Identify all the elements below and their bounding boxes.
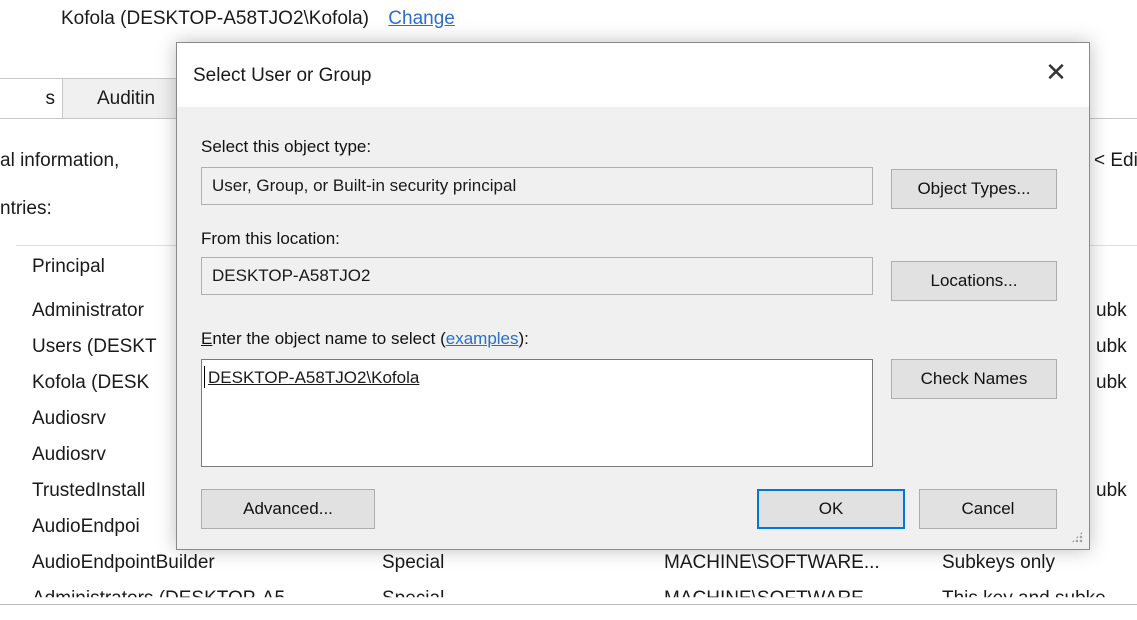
- cell-principal: Administrators (DESKTOP-A5...: [32, 588, 301, 609]
- header-principal[interactable]: Principal: [32, 250, 105, 284]
- cell-applies: This key and subke: [942, 588, 1106, 609]
- location-field: DESKTOP-A58TJO2: [201, 257, 873, 295]
- object-name-value: DESKTOP-A58TJO2\Kofola: [208, 368, 420, 387]
- cell-applies: ubk: [1096, 300, 1127, 321]
- cell-type: Special: [382, 588, 445, 609]
- cancel-button[interactable]: Cancel: [919, 489, 1057, 529]
- text-caret: [204, 366, 205, 388]
- object-name-label: Enter the object name to select (example…: [201, 329, 529, 349]
- object-type-label: Select this object type:: [201, 137, 372, 156]
- info-text: al information,: [0, 150, 120, 171]
- entries-label: ntries:: [0, 198, 52, 219]
- object-types-button[interactable]: Object Types...: [891, 169, 1057, 209]
- cell-inherited: MACHINE\SOFTWARE...: [664, 552, 880, 573]
- cell-applies: Subkeys only: [942, 552, 1056, 573]
- select-user-dialog: Select User or Group ✕ Select this objec…: [176, 42, 1090, 550]
- cell-principal: TrustedInstall: [32, 480, 146, 501]
- close-icon[interactable]: ✕: [1041, 57, 1071, 87]
- cell-principal: Kofola (DESK: [32, 372, 150, 393]
- location-label: From this location:: [201, 229, 340, 248]
- table-row[interactable]: AudioEndpointBuilder Special MACHINE\SOF…: [16, 546, 1137, 580]
- cell-applies: ubk: [1096, 372, 1127, 393]
- cell-principal: AudioEndpointBuilder: [32, 552, 215, 573]
- tab-permissions[interactable]: s: [0, 78, 68, 118]
- resize-grip-icon[interactable]: [1071, 531, 1083, 543]
- object-name-label-suffix: ):: [518, 329, 529, 348]
- cell-principal: Audiosrv: [32, 408, 106, 429]
- cell-type: Special: [382, 552, 445, 573]
- info-text-right: < Edi: [1094, 150, 1137, 171]
- cell-principal: AudioEndpoi: [32, 516, 140, 537]
- owner-line: Kofola (DESKTOP-A58TJO2\Kofola) Change: [61, 8, 455, 30]
- object-type-field: User, Group, or Built-in security princi…: [201, 167, 873, 205]
- check-names-button[interactable]: Check Names: [891, 359, 1057, 399]
- examples-link[interactable]: examples: [446, 329, 519, 348]
- object-name-input[interactable]: DESKTOP-A58TJO2\Kofola: [201, 359, 873, 467]
- advanced-button[interactable]: Advanced...: [201, 489, 375, 529]
- locations-button[interactable]: Locations...: [891, 261, 1057, 301]
- cell-principal: Administrator: [32, 300, 144, 321]
- dialog-titlebar[interactable]: Select User or Group ✕: [177, 43, 1089, 107]
- change-owner-link[interactable]: Change: [388, 8, 455, 29]
- ok-button[interactable]: OK: [757, 489, 905, 529]
- owner-name: Kofola (DESKTOP-A58TJO2\Kofola): [61, 8, 369, 29]
- cell-inherited: MACHINE\SOFTWARE...: [664, 588, 880, 609]
- cell-applies: ubk: [1096, 336, 1127, 357]
- table-row[interactable]: Administrators (DESKTOP-A5... Special MA…: [16, 582, 1137, 609]
- dialog-title: Select User or Group: [193, 65, 372, 86]
- cell-principal: Audiosrv: [32, 444, 106, 465]
- bottom-divider: [0, 604, 1137, 605]
- cell-principal: Users (DESKT: [32, 336, 157, 357]
- cell-applies: ubk: [1096, 480, 1127, 501]
- access-key-e: E: [201, 329, 213, 348]
- object-name-label-text: nter the object name to select (: [212, 329, 446, 348]
